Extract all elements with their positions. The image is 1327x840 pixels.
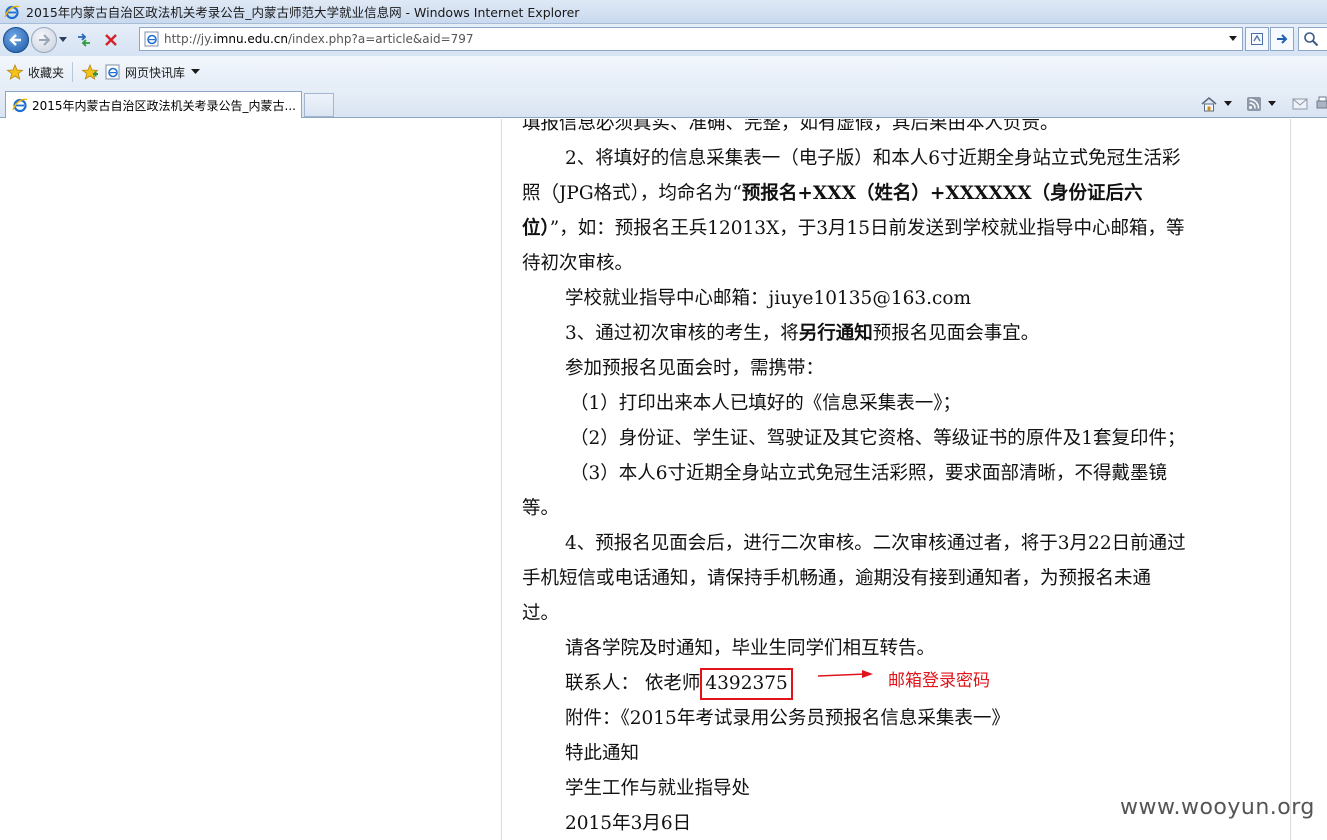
article-line: 4、预报名见面会后，进行二次审核。二次审核通过者，将于3月22日前通过 [565,533,1186,554]
article-line: （3）本人6寸近期全身站立式免冠生活彩照，要求面部清晰，不得戴墨镜 [570,463,1168,484]
article-line: 3、通过初次审核的考生，将另行通知预报名见面会事宜。 [565,323,1040,344]
article-line: 填报信息必须真实、准确、完整，如有虚假，其后果由本人负责。 [522,119,1059,134]
article-line: 手机短信或电话通知，请保持手机畅通，逾期没有接到通知者，为预报名未通 [522,568,1152,589]
favorites-divider [72,62,74,82]
column-divider-right [1290,119,1291,840]
go-button[interactable] [1270,27,1294,51]
attachment-line[interactable]: 附件：《2015年考试录用公务员预报名信息采集表一》 [522,701,1270,736]
article-body: 填报信息必须真实、准确、完整，如有虚假，其后果由本人负责。 2、将填好的信息采集… [522,119,1270,840]
article-line: 位）”，如：预报名王兵12013X，于3月15日前发送到学校就业指导中心邮箱，等 [522,218,1185,239]
article-line: 请各学院及时通知，毕业生同学们相互转告。 [565,638,936,659]
forward-button[interactable] [31,27,57,53]
star-add-icon [81,64,99,80]
chevron-down-icon [1224,101,1232,106]
print-button[interactable] [1316,93,1327,115]
window-title: 2015年内蒙古自治区政法机关考录公告_内蒙古师范大学就业信息网 - Windo… [26,5,580,20]
annotation-arrow-icon [818,670,873,678]
article-line: 照（JPG格式），均命名为“预报名+XXX（姓名）+XXXXXX（身份证后六 [522,183,1143,204]
article-line: 特此通知 [565,743,640,764]
rss-feed-icon [1247,97,1261,111]
column-divider-left [501,119,502,840]
home-icon [1201,96,1217,112]
tab-title: 2015年内蒙古自治区政法机关考录公告_内蒙古... [32,98,296,113]
article-line: 待初次审核。 [522,253,634,274]
refresh-icon [78,33,90,47]
new-tab-button[interactable] [304,93,334,117]
article-line: （1）打印出来本人已填好的《信息采集表一》； [570,393,962,414]
email-line: 学校就业指导中心邮箱：jiuye10135@163.com [565,288,972,309]
add-to-favorites-bar-button[interactable] [81,64,99,80]
watermark: www.wooyun.org [1120,795,1315,820]
close-icon [105,34,117,46]
article-line: （2）身份证、学生证、驾驶证及其它资格、等级证书的原件及1套复印件； [570,428,1186,449]
tab-active[interactable]: 2015年内蒙古自治区政法机关考录公告_内蒙古... [5,91,302,118]
search-icon [1304,32,1319,47]
refresh-button[interactable] [72,28,96,52]
address-bar[interactable]: http://jy.imnu.edu.cn/index.php?a=articl… [139,27,1243,51]
chevron-down-icon [59,37,67,42]
compatibility-view-button[interactable] [1245,27,1269,51]
url-text: http://jy.imnu.edu.cn/index.php?a=articl… [164,32,474,46]
address-dropdown[interactable] [1226,31,1240,47]
navigation-bar: http://jy.imnu.edu.cn/index.php?a=articl… [0,24,1327,56]
ie-page-icon [105,64,120,80]
history-dropdown[interactable] [57,27,69,53]
chevron-down-icon [191,69,201,74]
ie-logo-icon [4,5,20,19]
compatibility-icon [1251,33,1263,45]
feeds-button[interactable] [1246,93,1276,115]
password-highlight-box: 4392375 [700,668,793,700]
page-icon [144,31,159,47]
arrow-right-icon [1277,34,1288,44]
favorites-label: 收藏夹 [28,65,65,80]
mail-icon [1292,98,1308,110]
page-content: 填报信息必须真实、准确、完整，如有虚假，其后果由本人负责。 2、将填好的信息采集… [0,119,1327,840]
article-line: 等。 [522,498,560,519]
read-mail-button[interactable] [1292,93,1308,115]
star-icon [6,64,24,80]
web-slice-gallery-button[interactable]: 网页快讯库 [105,64,201,81]
tab-bar: 2015年内蒙古自治区政法机关考录公告_内蒙古... [0,88,1327,118]
stop-button[interactable] [99,28,123,52]
chevron-down-icon [1229,36,1237,41]
ie-logo-icon [12,98,28,113]
arrow-left-icon [9,34,21,46]
web-slice-label: 网页快讯库 [125,65,186,80]
annotation-label: 邮箱登录密码 [888,671,990,691]
search-box[interactable] [1298,27,1327,51]
article-line: 参加预报名见面会时，需携带： [565,358,825,379]
print-icon [1316,96,1327,109]
favorites-bar: 收藏夹 网页快讯库 [0,56,1327,88]
title-bar: 2015年内蒙古自治区政法机关考录公告_内蒙古师范大学就业信息网 - Windo… [0,0,1327,24]
article-line: 2、将填好的信息采集表一（电子版）和本人6寸近期全身站立式免冠生活彩 [565,148,1181,169]
article-line: 过。 [522,603,560,624]
chevron-down-icon [1268,101,1276,106]
favorites-button[interactable]: 收藏夹 [6,64,64,81]
back-button[interactable] [3,27,29,53]
arrow-right-icon [39,34,51,46]
home-button[interactable] [1200,93,1232,115]
